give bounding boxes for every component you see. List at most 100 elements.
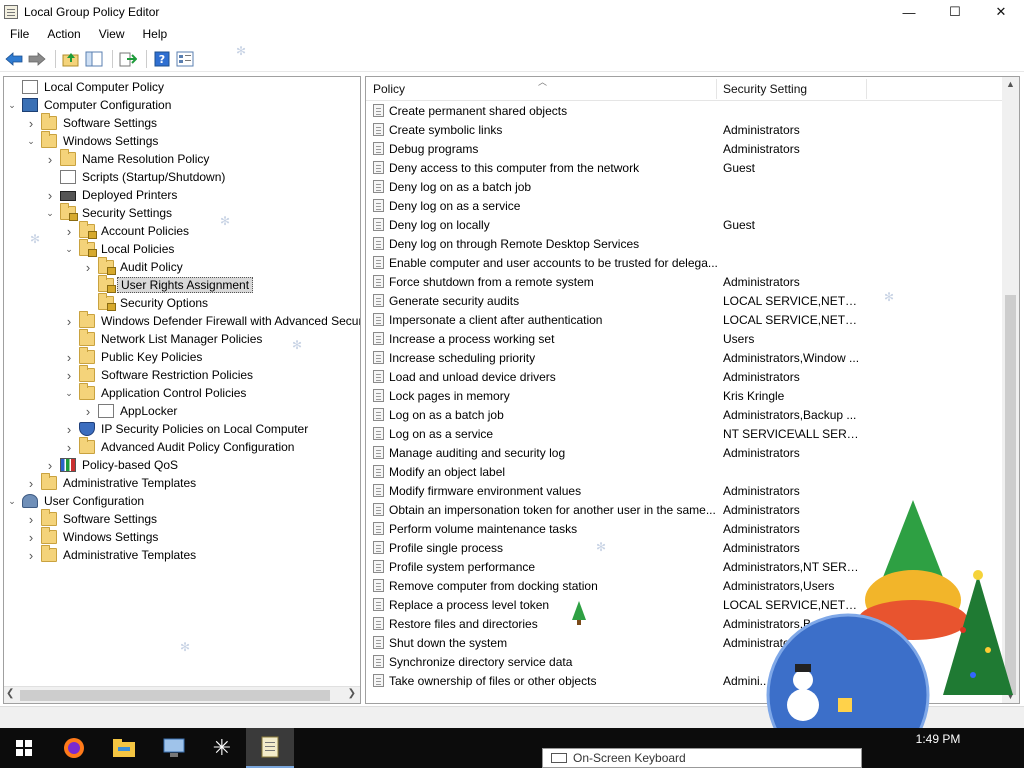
snowflake-app-icon[interactable]: ✳ [198,728,246,768]
chevron-right-icon[interactable]: › [63,438,75,456]
tree-node-label[interactable]: Computer Configuration [41,98,174,112]
tree-node-label[interactable]: Deployed Printers [79,188,180,202]
menu-file[interactable]: File [0,27,37,41]
file-explorer-icon[interactable] [100,728,148,768]
chevron-down-icon[interactable]: ⌄ [6,96,18,114]
column-divider[interactable] [716,79,717,99]
tree-node-label[interactable]: Advanced Audit Policy Configuration [98,440,297,454]
policy-row[interactable]: Log on as a batch job Administrators,Back… [366,405,1006,424]
close-button[interactable]: ✕ [978,0,1024,24]
tree-node-label[interactable]: IP Security Policies on Local Computer [98,422,311,436]
tree-node[interactable]: › Public Key Policies [63,347,205,366]
tree-node[interactable]: › Account Policies [63,221,192,240]
tree-horizontal-scrollbar[interactable]: ❮ ❯ [4,686,360,703]
tree-node[interactable]: › Deployed Printers [44,186,180,204]
tree-node-label[interactable]: Account Policies [98,224,192,238]
tree-node[interactable]: ⌄ Computer Configuration [6,96,174,114]
tree-node-label[interactable]: Windows Settings [60,134,161,148]
tree-node-label[interactable]: Software Restriction Policies [98,368,256,382]
tree-node[interactable]: › Policy-based QoS [44,456,181,474]
minimize-button[interactable]: — [886,0,932,24]
chevron-right-icon[interactable]: › [25,528,37,546]
chevron-right-icon[interactable]: › [25,114,37,132]
tree-node[interactable]: Scripts (Startup/Shutdown) [44,168,228,186]
tree-node-label[interactable]: Audit Policy [117,260,186,274]
policy-row[interactable]: Lock pages in memory Kris Kringle [366,386,1006,405]
tree-node-label[interactable]: Software Settings [60,512,160,526]
menu-help[interactable]: Help [133,27,176,41]
tree-node[interactable]: › Administrative Templates [25,545,199,564]
policy-row[interactable]: Modify an object label [366,462,1006,481]
column-header-security-setting[interactable]: Security Setting [723,82,807,96]
chevron-down-icon[interactable]: ⌄ [63,240,75,258]
policy-row[interactable]: Perform volume maintenance tasks Administ… [366,519,1006,538]
policy-row[interactable]: Log on as a service NT SERVICE\ALL SERVIC… [366,424,1006,443]
policy-row[interactable]: Enable computer and user accounts to be … [366,253,1006,272]
policy-row[interactable]: Deny log on through Remote Desktop Servi… [366,234,1006,253]
tree-node-label[interactable]: Network List Manager Policies [98,332,265,346]
chevron-right-icon[interactable]: › [63,222,75,240]
chevron-right-icon[interactable]: › [63,366,75,384]
policy-row[interactable]: Debug programs Administrators [366,139,1006,158]
column-header-policy[interactable]: Policy [373,82,405,96]
policy-row[interactable]: Generate security audits LOCAL SERVICE,NE… [366,291,1006,310]
policy-row[interactable]: Deny log on locally Guest [366,215,1006,234]
tree-node-label[interactable]: Policy-based QoS [79,458,181,472]
console-tree-pane[interactable]: Local Computer Policy ⌄ Computer Configura… [3,76,361,704]
tree-node[interactable]: › Windows Defender Firewall with Advanced… [63,311,360,330]
chevron-right-icon[interactable]: › [63,348,75,366]
tree-node[interactable]: › Audit Policy [82,257,186,276]
tree-node-label[interactable]: Windows Settings [60,530,161,544]
tree-node-label[interactable]: Security Options [117,296,211,310]
policy-row[interactable]: Increase a process working set Users [366,329,1006,348]
tree-node[interactable]: › IP Security Policies on Local Computer [63,420,311,438]
export-list-icon[interactable] [118,49,138,69]
policy-row[interactable]: Deny access to this computer from the ne… [366,158,1006,177]
policy-row[interactable]: Deny log on as a service [366,196,1006,215]
list-vertical-scrollbar[interactable]: ▲ ▼ [1002,77,1019,703]
policy-row[interactable]: Take ownership of files or other objects… [366,671,1006,690]
chevron-right-icon[interactable]: › [25,510,37,528]
menu-view[interactable]: View [89,27,133,41]
policy-row[interactable]: Restore files and directories Administrat… [366,614,1006,633]
chevron-right-icon[interactable]: › [82,258,94,276]
policy-row[interactable]: Force shutdown from a remote system Admin… [366,272,1006,291]
tree-node[interactable]: ⌄ User Configuration [6,492,147,510]
policy-row[interactable]: Modify firmware environment values Admini… [366,481,1006,500]
scroll-down-icon[interactable]: ▼ [1006,691,1015,701]
tree-node[interactable]: ⌄ Application Control Policies [63,383,249,402]
back-arrow-icon[interactable] [4,49,24,69]
properties-icon[interactable] [175,49,195,69]
policy-row[interactable]: Create permanent shared objects [366,101,1006,120]
tree-node[interactable]: ⌄ Local Policies [63,239,177,258]
scrollbar-thumb[interactable] [1005,295,1016,695]
chevron-right-icon[interactable]: › [63,312,75,330]
policy-row[interactable]: Manage auditing and security log Administ… [366,443,1006,462]
tree-node-label[interactable]: Local Policies [98,242,177,256]
tree-node-label[interactable]: Administrative Templates [60,476,199,490]
chevron-right-icon[interactable]: › [44,186,56,204]
policy-row[interactable]: Synchronize directory service data [366,652,1006,671]
tree-node[interactable]: › Software Settings [25,113,160,132]
chevron-right-icon[interactable]: › [44,456,56,474]
policy-row[interactable]: Increase scheduling priority Administrato… [366,348,1006,367]
chevron-down-icon[interactable]: ⌄ [25,132,37,150]
tree-node-label[interactable]: User Rights Assignment [117,277,254,293]
column-divider[interactable] [866,79,867,99]
policy-row[interactable]: Shut down the system Administrato... [366,633,1006,652]
policy-row[interactable]: Create symbolic links Administrators [366,120,1006,139]
policy-row[interactable]: Load and unload device drivers Administra… [366,367,1006,386]
scroll-up-icon[interactable]: ▲ [1006,79,1015,89]
tree-node[interactable]: ⌄ Windows Settings [25,131,161,150]
on-screen-keyboard-window[interactable]: On-Screen Keyboard [542,748,862,768]
tree-node[interactable]: User Rights Assignment [82,275,254,294]
tree-node[interactable]: Network List Manager Policies [63,329,265,348]
policy-row[interactable]: Remove computer from docking station Admi… [366,576,1006,595]
up-folder-icon[interactable] [61,49,81,69]
tree-node[interactable]: › Advanced Audit Policy Configuration [63,437,297,456]
chevron-right-icon[interactable]: › [25,546,37,564]
scroll-left-icon[interactable]: ❮ [6,688,14,699]
tree-node[interactable]: Local Computer Policy [6,78,167,96]
forward-arrow-icon[interactable] [27,49,47,69]
tree-node[interactable]: Security Options [82,293,211,312]
